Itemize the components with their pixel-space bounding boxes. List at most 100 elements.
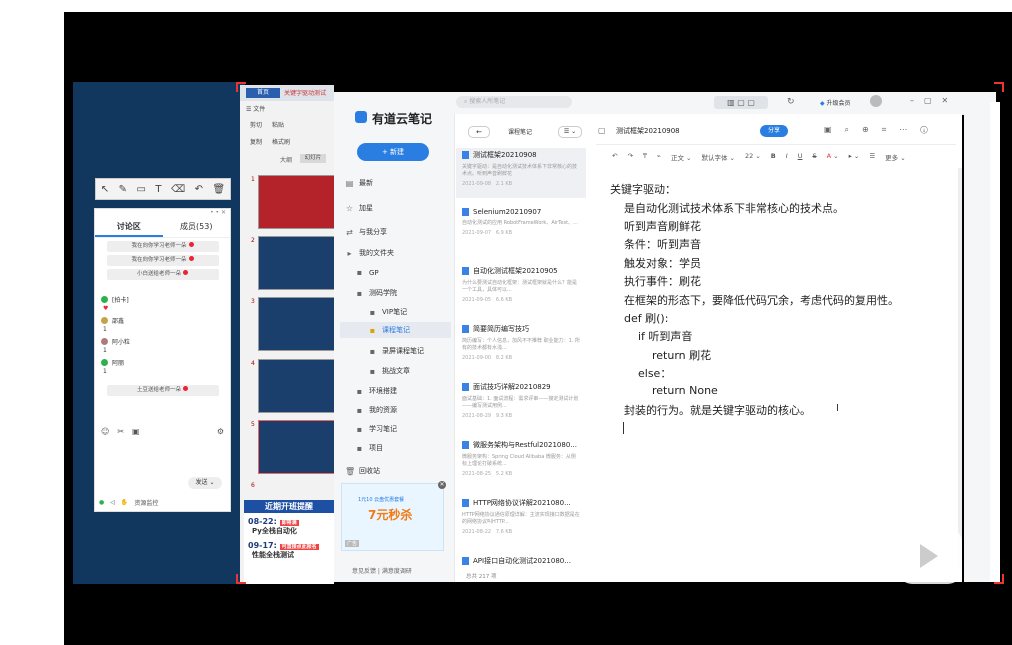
- cut-button[interactable]: 剪切: [250, 120, 272, 129]
- folder-course-notes[interactable]: ▪ 课程笔记: [340, 322, 451, 338]
- speaker-icon[interactable]: ◁: [110, 499, 115, 506]
- list-item[interactable]: 简要简历编写技巧 简历编写：个人信息，加风不不推荐 职业能力：1. 所有的技术都有…: [462, 324, 580, 361]
- settings-icon[interactable]: ⚙: [217, 427, 224, 436]
- font-family-select[interactable]: 默认字体 ⌄: [701, 152, 735, 162]
- font-size-select[interactable]: 22 ⌄: [745, 152, 761, 162]
- note-count: 总共 217 项: [466, 574, 497, 580]
- scrollbar[interactable]: [958, 168, 962, 568]
- list-item[interactable]: HTTP网络协议详解2021080... HTTP网络协议通信原理详解：主流实现接…: [462, 498, 580, 535]
- sync-icon[interactable]: ↻: [787, 97, 795, 107]
- send-button[interactable]: 发送 ⌄: [188, 477, 222, 489]
- app-titlebar: [334, 92, 996, 115]
- trash-icon[interactable]: 🗑: [213, 184, 226, 195]
- close-ad-icon[interactable]: ✕: [438, 481, 446, 489]
- format-painter-button[interactable]: 格式刷: [272, 137, 294, 146]
- window-controls[interactable]: –▢✕: [910, 96, 958, 105]
- sidebar-item-myfolders[interactable]: ▸ 我的文件夹: [345, 248, 394, 258]
- pointer-icon[interactable]: ↖: [101, 184, 109, 195]
- folder-gp[interactable]: ▪ GP: [355, 268, 379, 277]
- avatar[interactable]: [870, 95, 882, 107]
- outline-tab[interactable]: 大纲: [280, 155, 292, 164]
- folder-vip[interactable]: ▪ VIP笔记: [368, 307, 407, 317]
- folder-resources[interactable]: ▪ 我的资源: [355, 405, 397, 415]
- tab-discussion[interactable]: 讨论区: [95, 217, 163, 237]
- tab-home[interactable]: 首页: [246, 88, 280, 98]
- avatar: [101, 338, 108, 345]
- sidebar-item-trash[interactable]: 🗑 回收站: [345, 466, 380, 476]
- format-toolbar: ↶ ↷ ₸ ⌁ 正文 ⌄ 默认字体 ⌄ 22 ⌄ B I U S A ⌄ ▸ ⌄…: [612, 152, 906, 162]
- slide-thumbnail[interactable]: [258, 297, 338, 351]
- eraser-icon[interactable]: ⌫: [171, 184, 185, 195]
- copy-button[interactable]: 复制: [250, 137, 272, 146]
- slide-thumbnail[interactable]: [258, 420, 338, 474]
- slide-thumbnail[interactable]: [258, 359, 338, 413]
- slide-thumbnail[interactable]: [258, 175, 338, 229]
- emoji-icon[interactable]: ☺: [101, 427, 109, 436]
- back-button[interactable]: ←: [468, 126, 490, 138]
- underline-button[interactable]: U: [798, 152, 803, 162]
- sidebar-ad[interactable]: 1元10 云盘优惠套餐 7元秒杀 广告: [341, 483, 444, 551]
- course-ad[interactable]: 近期开班提醒 08-22: 即将满 Py全栈自动化 09-17: 可直接点此报名…: [244, 500, 334, 584]
- paragraph-style-select[interactable]: 正文 ⌄: [671, 152, 692, 162]
- note-icon: [462, 267, 469, 275]
- font-color-button[interactable]: A ⌄: [827, 152, 839, 162]
- redo-icon[interactable]: ↷: [627, 152, 632, 162]
- ppt-toolbar: 剪切 粘贴 复制 格式刷: [250, 120, 294, 146]
- chat-user: 阿小粒: [101, 337, 224, 346]
- sidebar-item-latest[interactable]: ▤ 最新: [345, 178, 373, 188]
- layout-switch[interactable]: ▥ ▢ ▢: [714, 96, 768, 109]
- list-icon[interactable]: ☰: [869, 152, 875, 162]
- bold-button[interactable]: B: [771, 152, 776, 162]
- editor-actions[interactable]: ▣⌕⊕⌗⋯ⓘ: [824, 125, 941, 135]
- text-icon[interactable]: T: [155, 184, 161, 195]
- tab-members[interactable]: 成员(53): [163, 217, 231, 237]
- new-note-button[interactable]: + 新建: [357, 143, 429, 161]
- file-menu[interactable]: ☰ 文件: [246, 104, 265, 113]
- scissors-icon[interactable]: ✂: [117, 427, 124, 436]
- format-brush-icon[interactable]: ⌁: [657, 152, 661, 162]
- folder-recorded[interactable]: ▪ 录屏课程笔记: [368, 346, 424, 356]
- undo-icon[interactable]: ↶: [612, 152, 617, 162]
- list-item[interactable]: Selenium20210907 自动化测试的应用 RobotFrameWork、…: [462, 208, 580, 236]
- share-icon: ⇄: [346, 227, 353, 237]
- list-item[interactable]: 面试技巧详解20210829 面试基础：1. 面试流程：需求评审——接定测试计划—…: [462, 382, 580, 419]
- folder-cema[interactable]: ▪ 测码学院: [355, 288, 397, 298]
- note-title[interactable]: 测试框架20210908: [616, 126, 680, 136]
- list-item[interactable]: 自动化测试框架20210905 为什么要测试自动化框架：测试框架就是什么？能是一个…: [462, 266, 580, 303]
- mic-icon[interactable]: ●: [99, 499, 104, 506]
- list-item[interactable]: 微服务架构与Restful2021080... 微服务架构：Spring Clou…: [462, 440, 580, 477]
- pen-icon[interactable]: ✎: [119, 184, 127, 195]
- list-item[interactable]: API接口自动化测试2021080...: [462, 556, 580, 566]
- divider: [596, 144, 956, 145]
- list-item[interactable]: 测试框架20210908 关键字驱动：是自动化测试技术体系下非常核心的技术点。听到…: [462, 150, 580, 187]
- editor-line: 条件：听到声音: [624, 238, 701, 251]
- tab-document[interactable]: 关键字驱动测试: [284, 88, 326, 97]
- folder-env[interactable]: ▪ 环境搭建: [355, 386, 397, 396]
- folder-study[interactable]: ▪ 学习笔记: [355, 424, 397, 434]
- image-icon[interactable]: ▣: [132, 427, 140, 436]
- highlight-icon[interactable]: ▸ ⌄: [849, 152, 860, 162]
- note-icon: ▢: [598, 126, 606, 135]
- undo-icon[interactable]: ↶: [195, 184, 203, 195]
- rectangle-icon[interactable]: ▭: [136, 184, 145, 195]
- folder-project[interactable]: ▪ 项目: [355, 443, 383, 453]
- feedback-link[interactable]: 意见反馈: [352, 568, 376, 575]
- search-input[interactable]: ⌕ 搜索人所笔记: [456, 96, 572, 108]
- share-button[interactable]: 分享: [760, 125, 788, 137]
- folder-articles[interactable]: ▪ 挑战文章: [368, 366, 410, 376]
- survey-link[interactable]: 满意度调研: [382, 568, 412, 575]
- sort-button[interactable]: ☰ ⌄: [558, 126, 582, 138]
- sidebar-item-shared[interactable]: ⇄ 与我分享: [345, 227, 387, 237]
- upgrade-button[interactable]: ◆ 升级会员: [820, 98, 851, 107]
- hand-icon[interactable]: ✋: [121, 499, 128, 506]
- italic-button[interactable]: I: [786, 152, 788, 162]
- strike-button[interactable]: S: [812, 152, 816, 162]
- sidebar-item-starred[interactable]: ☆ 加星: [345, 203, 373, 213]
- slide-thumbnail[interactable]: [258, 236, 338, 290]
- paste-button[interactable]: 粘贴: [272, 120, 294, 129]
- capture-frame-corner: [236, 574, 246, 584]
- slides-tab[interactable]: 幻灯片: [300, 154, 326, 163]
- more-button[interactable]: 更多 ⌄: [885, 152, 906, 162]
- clear-format-icon[interactable]: ₸: [643, 152, 647, 162]
- video-play-icon[interactable]: [898, 528, 962, 584]
